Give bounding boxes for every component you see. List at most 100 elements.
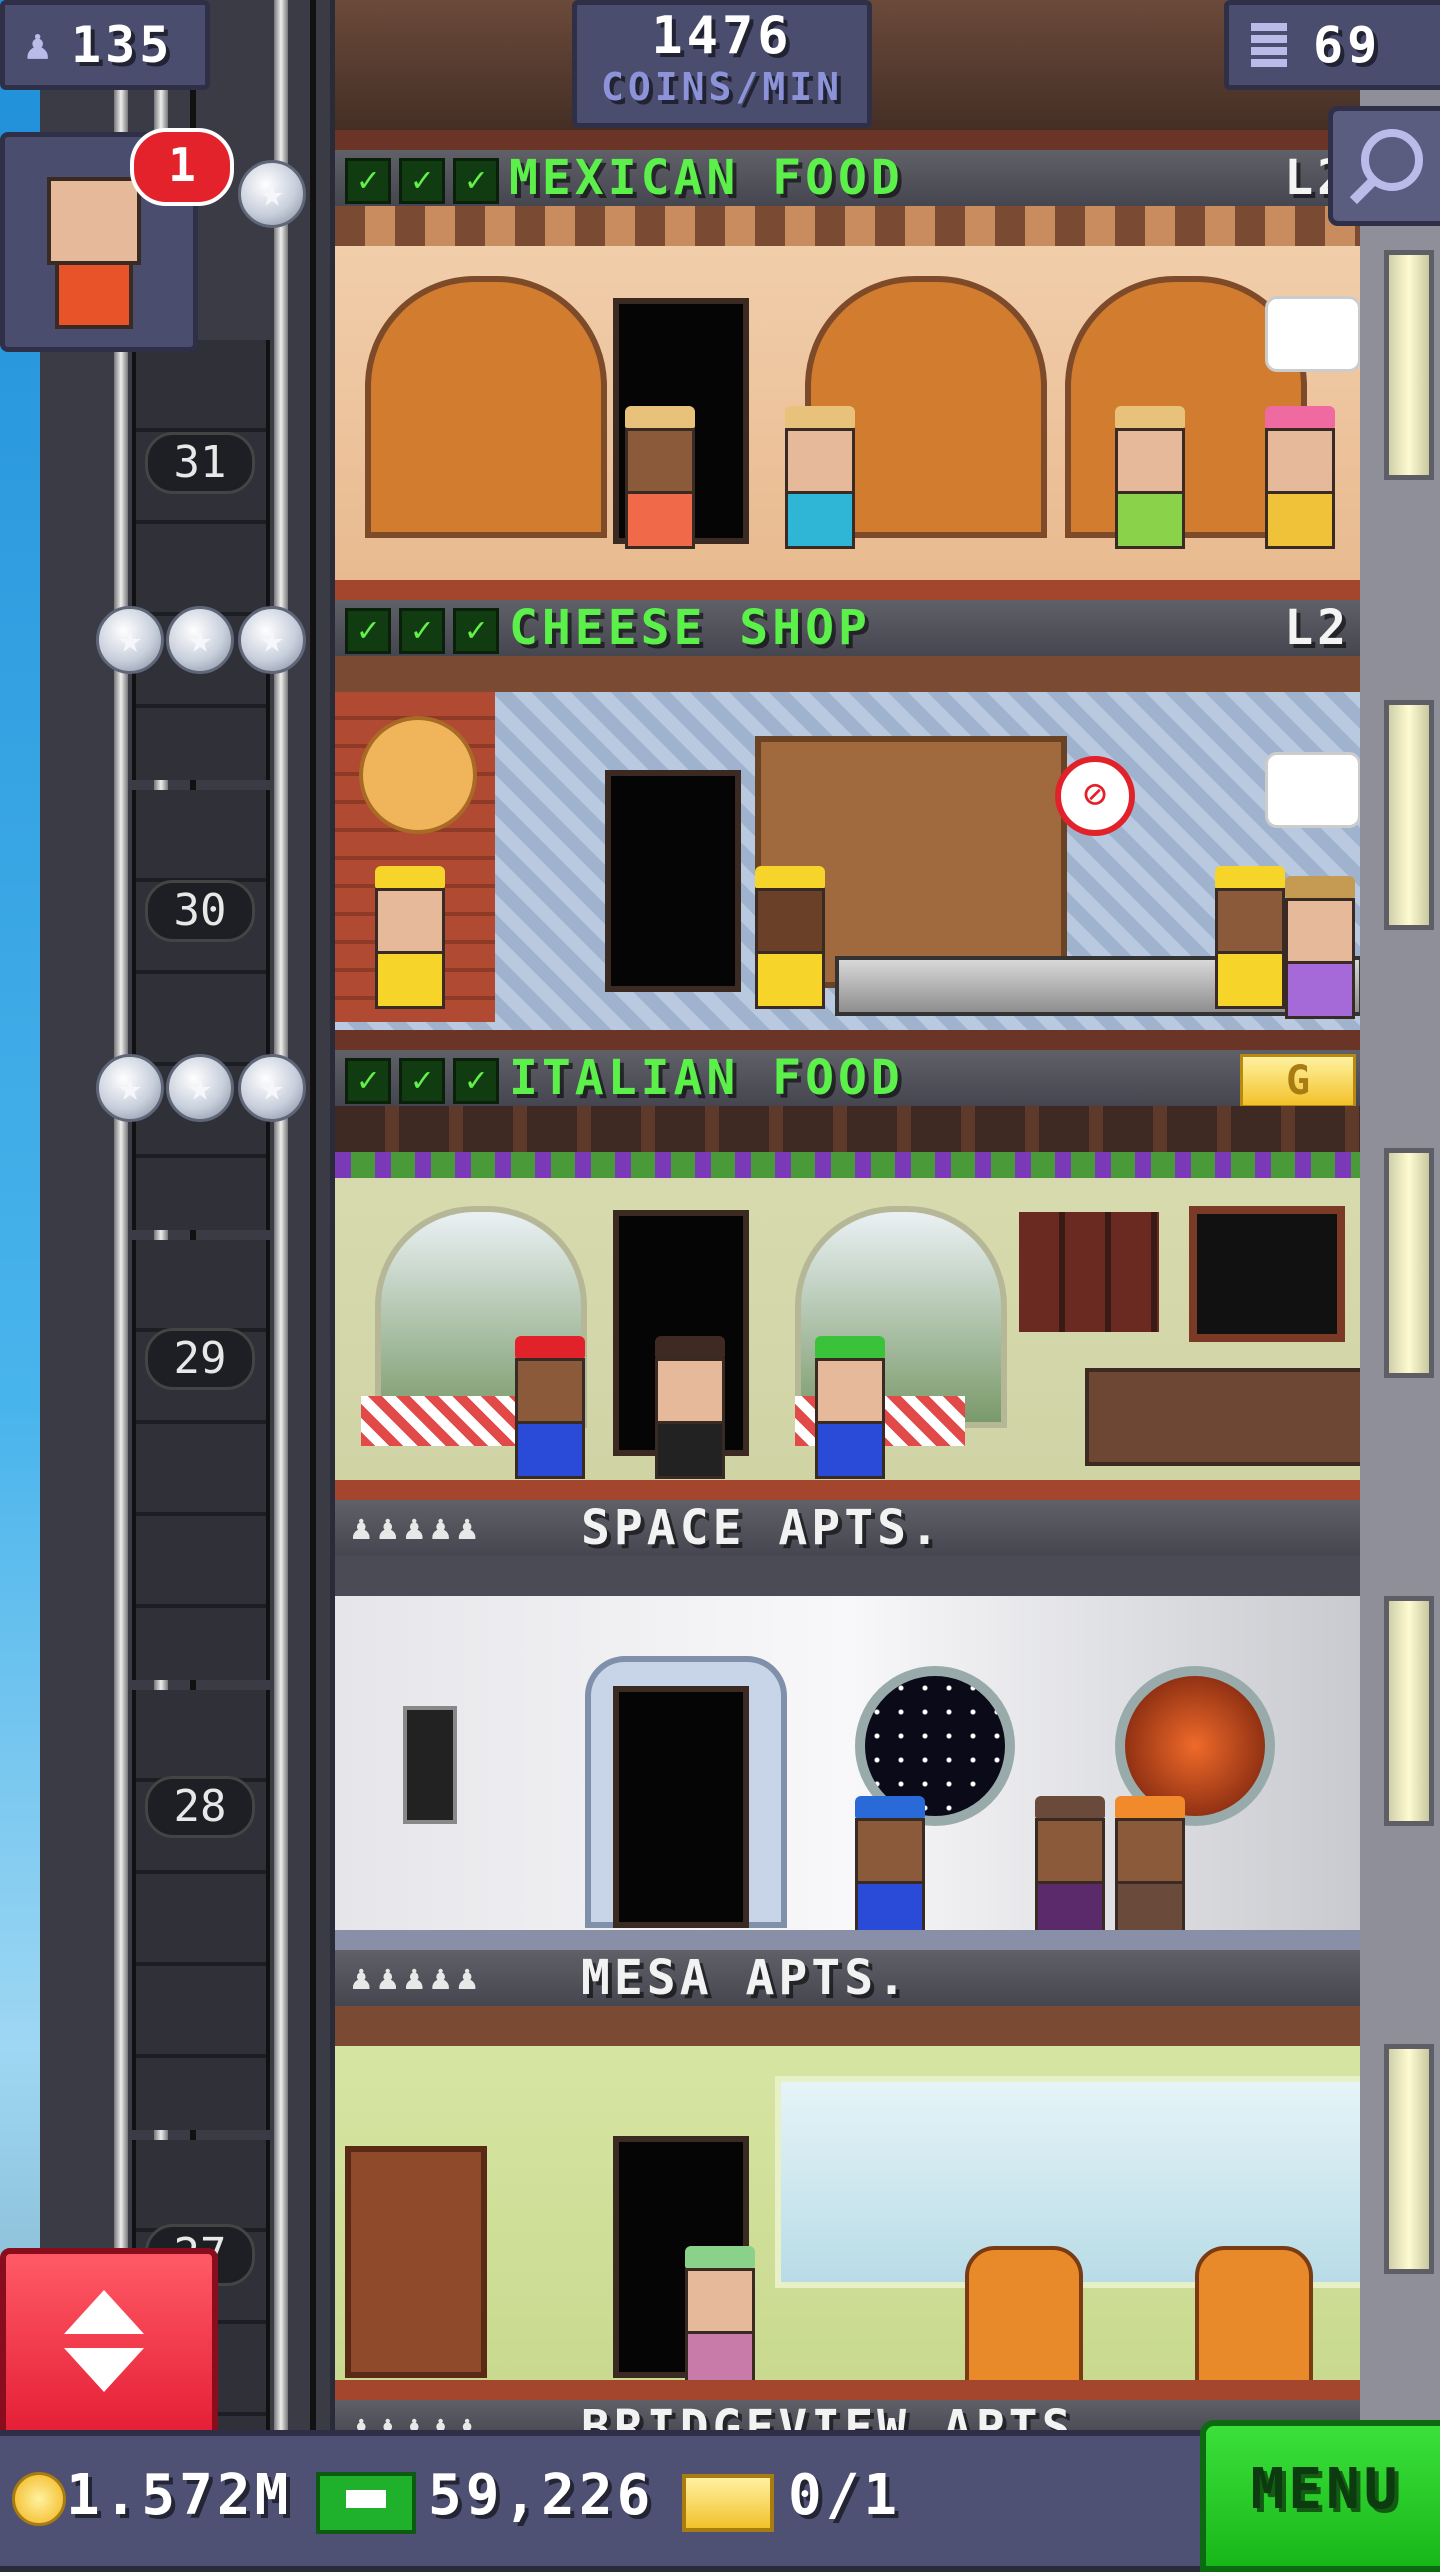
avatar-body (55, 261, 133, 329)
elevator-floor-plate (132, 790, 270, 1230)
npc-resident[interactable] (1035, 1796, 1105, 1939)
elevator-floor-number: 30 (145, 880, 255, 942)
notification-badge[interactable]: 1 (130, 128, 234, 206)
floor-count: 69 (1313, 16, 1382, 74)
star-icon: ★ (166, 606, 234, 674)
stock-checks: ✓ ✓ ✓ (345, 1058, 507, 1104)
floor-count-panel[interactable]: 69 (1224, 0, 1440, 90)
speech-bubble-icon[interactable] (1265, 752, 1360, 828)
cheese-wheel-icon (359, 716, 477, 834)
room-interior (335, 1106, 1360, 1500)
ticket-icon (682, 2474, 774, 2532)
menu-button[interactable]: MENU (1200, 2420, 1440, 2572)
no-rats-sign-icon: ⊘ (1055, 756, 1135, 836)
ceiling-beam (335, 656, 1360, 692)
gold-level-badge[interactable]: G (1240, 1054, 1356, 1108)
npc-shopkeeper[interactable] (515, 1336, 585, 1479)
tickets-count[interactable]: 0/1 (788, 2456, 901, 2536)
floor-mesa-apts[interactable]: ♟♟♟♟♟ MESA APTS. (335, 1950, 1360, 2400)
elevator-button[interactable] (0, 2248, 218, 2440)
npc-shopkeeper[interactable] (375, 866, 445, 1009)
floor-trim (335, 580, 1360, 600)
floor-name: MEXICAN FOOD (509, 150, 904, 206)
npc-customer[interactable] (1115, 406, 1185, 549)
armchair (965, 2246, 1083, 2384)
npc-shopkeeper[interactable] (815, 1336, 885, 1479)
facade-window (1384, 700, 1434, 930)
floor-header: ♟♟♟♟♟ SPACE APTS. (335, 1500, 1360, 1560)
room-interior: ⊘ (335, 656, 1360, 1050)
room-interior (335, 2006, 1360, 2400)
facade-window (1384, 1148, 1434, 1378)
facade-window (1384, 1596, 1434, 1826)
restaurant-counter (1085, 1368, 1360, 1466)
building-icon (1251, 23, 1287, 67)
npc-shopkeeper[interactable] (1265, 406, 1335, 549)
checkered-table (361, 1396, 531, 1446)
elevator-rail-left (114, 0, 128, 2440)
check-icon: ✓ (345, 608, 391, 654)
speech-bubble-icon[interactable] (1265, 296, 1360, 372)
elevator-floor-number: 31 (145, 432, 255, 494)
search-button[interactable] (1328, 106, 1440, 226)
booth-arch (365, 276, 607, 538)
cash-icon (316, 2472, 416, 2534)
npc-customer[interactable] (625, 406, 695, 549)
residents-icons: ♟♟♟♟♟ (351, 1508, 484, 1548)
magnifier-handle (1349, 175, 1379, 205)
coins-per-minute-panel: 1476 COINS/MIN (572, 0, 872, 128)
npc-customer[interactable] (655, 1336, 725, 1479)
grape-vine-decor (335, 1152, 1360, 1178)
floor-trim (335, 2380, 1360, 2400)
wall-panel (403, 1706, 457, 1824)
wine-rack (1019, 1212, 1159, 1332)
check-icon: ✓ (453, 158, 499, 204)
npc-customer[interactable] (785, 406, 855, 549)
check-icon: ✓ (399, 1058, 445, 1104)
room-interior (335, 206, 1360, 600)
floor-space-apts[interactable]: ♟♟♟♟♟ SPACE APTS. (335, 1500, 1360, 1950)
up-arrow-icon (64, 2290, 144, 2334)
star-icon: ★ (96, 606, 164, 674)
room-interior (335, 1556, 1360, 1950)
floor-name: CHEESE SHOP (509, 600, 871, 656)
floor-mexican-food[interactable]: ✓ ✓ ✓ MEXICAN FOOD L2 (335, 150, 1360, 600)
bux-amount[interactable]: 59,226 (428, 2456, 654, 2536)
residents-count: 135 (71, 16, 174, 74)
stock-checks: ✓ ✓ ✓ (345, 608, 507, 654)
floor-name: MESA APTS. (581, 1950, 910, 2006)
elevator-floor-plate (132, 340, 270, 780)
floor-trim (335, 1480, 1360, 1500)
npc-resident[interactable] (855, 1796, 925, 1939)
check-icon: ✓ (453, 1058, 499, 1104)
ceiling-pipe (335, 1556, 1360, 1596)
facade-window (1384, 250, 1434, 480)
elevator-floor-plate (132, 1690, 270, 2130)
npc-shopkeeper[interactable] (1215, 866, 1285, 1009)
star-icon: ★ (238, 160, 306, 228)
room-door (605, 770, 741, 992)
residents-counter[interactable]: ♟ 135 (0, 0, 210, 90)
sky-background (0, 0, 40, 2560)
menu-chalkboard (1189, 1206, 1345, 1342)
avatar (47, 177, 141, 265)
coins-amount[interactable]: 1.572M (66, 2456, 292, 2536)
elevator-floor-number: 28 (145, 1776, 255, 1838)
npc-shopkeeper[interactable] (755, 866, 825, 1009)
npc-customer[interactable] (1285, 876, 1355, 1019)
star-icon: ★ (166, 1054, 234, 1122)
room-door (613, 1686, 749, 1928)
check-icon: ✓ (345, 1058, 391, 1104)
floor-trim (335, 1930, 1360, 1950)
floor-italian-food[interactable]: ✓ ✓ ✓ ITALIAN FOOD G (335, 1050, 1360, 1500)
elevator-cable-right (310, 0, 316, 2440)
floor-cheese-shop[interactable]: ✓ ✓ ✓ CHEESE SHOP L2 ⊘ (335, 600, 1360, 1050)
ceiling-beam (335, 2006, 1360, 2046)
star-icon: ★ (238, 1054, 306, 1122)
bookshelf (345, 2146, 487, 2378)
floor-header: ♟♟♟♟♟ MESA APTS. (335, 1950, 1360, 2010)
npc-resident[interactable] (1115, 1796, 1185, 1939)
coins-rate-unit: COINS/MIN (601, 65, 843, 109)
floor-trim (335, 130, 1360, 150)
npc-resident[interactable] (685, 2246, 755, 2389)
